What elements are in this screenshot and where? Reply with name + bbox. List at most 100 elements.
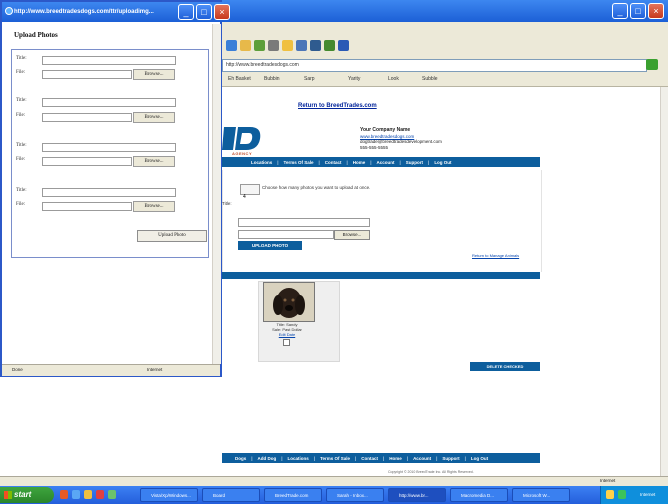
task-button[interactable]: http://www.br...	[388, 488, 446, 502]
photo-file-input[interactable]	[42, 157, 132, 166]
print-icon[interactable]	[296, 40, 307, 51]
nav-logout[interactable]: Log Out	[429, 160, 456, 165]
nav-account[interactable]: Account	[408, 456, 436, 461]
favorites-icon[interactable]	[254, 40, 265, 51]
nav-dogs[interactable]: Dogs	[230, 456, 251, 461]
nav-support[interactable]: Support	[437, 456, 464, 461]
popup-status-done: Done	[12, 367, 23, 372]
photo-title-input[interactable]	[42, 98, 176, 107]
nav-contact[interactable]: Contact	[356, 456, 383, 461]
photo-file-input[interactable]	[42, 70, 132, 79]
nav-home[interactable]: Home	[348, 160, 371, 165]
popup-status-zone: Internet	[147, 367, 163, 372]
main-upload-button[interactable]: UPLOAD PHOTO	[238, 241, 302, 250]
nav-support[interactable]: Support	[401, 160, 428, 165]
photo-count-select[interactable]: 4	[240, 184, 260, 200]
nav-terms[interactable]: Terms Of Sale	[315, 456, 355, 461]
folder-icon[interactable]	[282, 40, 293, 51]
edit-icon[interactable]	[310, 40, 321, 51]
main-window-controls: _ □ ×	[612, 3, 664, 19]
nav-add-dog[interactable]: Add Dog	[253, 456, 282, 461]
browse-button[interactable]: Browse...	[133, 112, 175, 123]
task-button[interactable]: Sarah - Inbox...	[326, 488, 384, 502]
quicklaunch-icon[interactable]	[60, 490, 68, 499]
return-manage-link[interactable]: Return to Manage Animals	[472, 253, 519, 258]
quicklaunch-icon[interactable]	[72, 490, 80, 499]
tray-icon[interactable]	[606, 490, 614, 499]
link-item[interactable]: Eh Basket	[228, 75, 251, 83]
search-icon[interactable]	[240, 40, 251, 51]
research-icon[interactable]	[338, 40, 349, 51]
photo-count-value: 4	[243, 194, 246, 200]
popup-title: http://www.breedtradesdogs.com/ttr/uploa…	[14, 9, 154, 15]
link-item[interactable]: Subble	[422, 75, 438, 83]
main-status-zone: Internet	[600, 478, 616, 483]
photo-file-input[interactable]	[42, 202, 132, 211]
company-email: dogtrade@breedtradesdevelopment.com	[360, 139, 442, 144]
browse-button[interactable]: Browse...	[133, 156, 175, 167]
link-item[interactable]: Look	[388, 75, 399, 83]
nav-account[interactable]: Account	[372, 160, 400, 165]
dog-photo[interactable]	[263, 282, 315, 322]
browse-button[interactable]: Browse...	[133, 69, 175, 80]
delete-checked-button[interactable]: DELETE CHECKED	[470, 362, 540, 371]
popup-scrollbar[interactable]	[212, 24, 221, 364]
link-item[interactable]: Sarp	[304, 75, 315, 83]
maximize-icon[interactable]: □	[196, 4, 212, 20]
home-icon[interactable]	[226, 40, 237, 51]
nav-terms[interactable]: Terms Of Sale	[279, 160, 319, 165]
windows-logo-icon	[4, 491, 12, 499]
upload-field-label: Title:	[222, 201, 232, 206]
address-input[interactable]: http://www.breedtradesdogs.com	[222, 59, 647, 72]
messenger-icon[interactable]	[324, 40, 335, 51]
task-button[interactable]: BreedTrade.com	[264, 488, 322, 502]
title-label: Title:	[16, 98, 27, 103]
file-label: File:	[16, 157, 26, 162]
nav-contact[interactable]: Contact	[320, 160, 347, 165]
tray-icon[interactable]	[618, 490, 626, 499]
nav-locations[interactable]: Locations	[283, 456, 314, 461]
nav-logout[interactable]: Log Out	[466, 456, 493, 461]
popup-window-controls: _ □ ×	[178, 4, 230, 20]
close-icon[interactable]: ×	[214, 4, 230, 20]
file-label: File:	[16, 202, 26, 207]
return-link[interactable]: Return to BreedTrades.com	[298, 103, 377, 109]
main-scrollbar[interactable]	[660, 87, 668, 476]
quicklaunch-icon[interactable]	[84, 490, 92, 499]
link-item[interactable]: Yarity	[348, 75, 360, 83]
bottom-nav: Dogs | Add Dog | Locations | Terms Of Sale |…	[222, 453, 540, 463]
task-button[interactable]: Macromedia D...	[450, 488, 508, 502]
upload-photo-button[interactable]: Upload Photo	[137, 230, 207, 242]
go-button[interactable]	[646, 59, 658, 70]
main-title-input[interactable]	[238, 218, 370, 227]
maximize-icon[interactable]: □	[630, 3, 646, 19]
upload-photos-popup: http://www.breedtradesdogs.com/ttr/uploa…	[0, 0, 230, 377]
quicklaunch-icon[interactable]	[96, 490, 104, 499]
photo-caption: Title: Sandy Sale: Past Dollar Edit Date	[258, 322, 316, 337]
company-phone: 555-555-5555	[360, 144, 389, 150]
nav-locations[interactable]: Locations	[246, 160, 277, 165]
nav-home[interactable]: Home	[384, 456, 407, 461]
task-button[interactable]: Microsoft W...	[512, 488, 570, 502]
photo-title-input[interactable]	[42, 188, 176, 197]
minimize-icon[interactable]: _	[178, 4, 194, 20]
link-item[interactable]: Bubbin	[264, 75, 280, 83]
photo-checkbox[interactable]	[283, 339, 290, 346]
close-icon[interactable]: ×	[648, 3, 664, 19]
photo-title-input[interactable]	[42, 143, 176, 152]
file-label: File:	[16, 70, 26, 75]
photo-edit-link[interactable]: Edit Date	[258, 332, 316, 337]
photo-title-input[interactable]	[42, 56, 176, 65]
task-button[interactable]: Vista/Xp/Windows...	[140, 488, 198, 502]
title-label: Title:	[16, 188, 27, 193]
photo-file-input[interactable]	[42, 113, 132, 122]
browse-button[interactable]: Browse...	[133, 201, 175, 212]
task-button[interactable]: Board	[202, 488, 260, 502]
company-info: Your Company Name www.breedtradesdogs.co…	[360, 127, 442, 150]
quicklaunch-icon[interactable]	[108, 490, 116, 499]
minimize-icon[interactable]: _	[612, 3, 628, 19]
main-browse-button[interactable]: Browse...	[334, 230, 370, 240]
title-label: Title:	[16, 56, 27, 61]
history-icon[interactable]	[268, 40, 279, 51]
main-file-input[interactable]	[238, 230, 334, 239]
